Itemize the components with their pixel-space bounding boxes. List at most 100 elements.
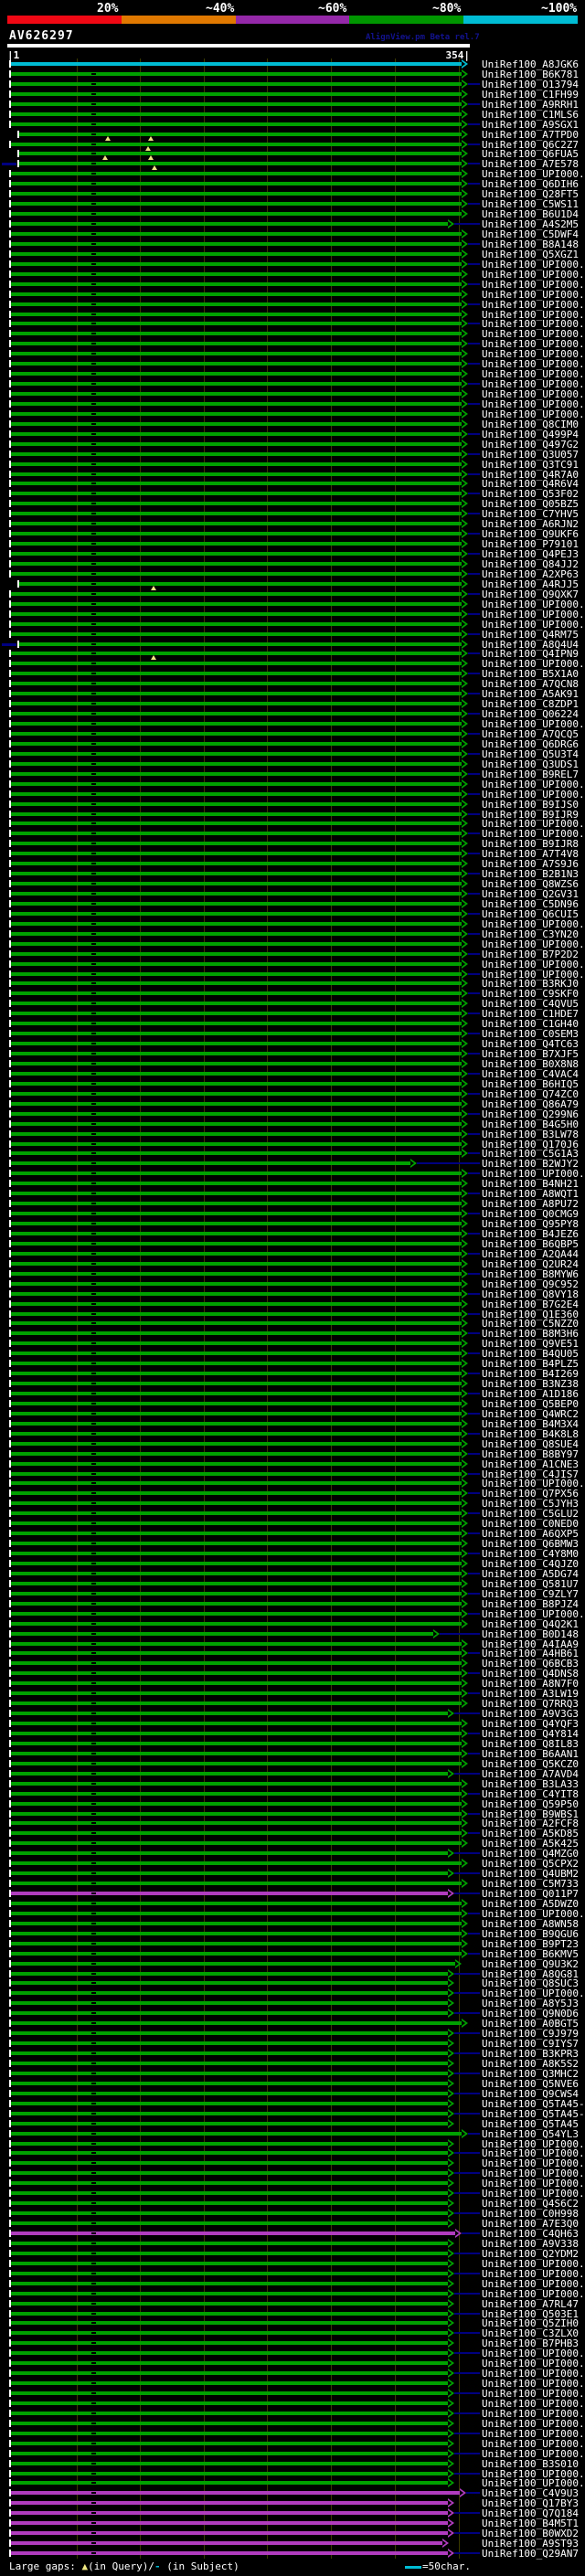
label-leader-line (468, 1453, 480, 1455)
alignment-bar (11, 492, 462, 495)
subject-gap-break (91, 732, 96, 736)
subject-gap-break (91, 1831, 96, 1835)
arrow-inner (462, 1211, 465, 1216)
alignment-bar (11, 1192, 462, 1195)
subject-gap-break (91, 1942, 96, 1945)
label-leader-line (454, 2273, 480, 2274)
subject-gap-break (91, 82, 96, 86)
label-leader-line (468, 1133, 480, 1135)
label-leader-line (468, 853, 480, 854)
arrow-inner (462, 1521, 465, 1526)
alignment-bar (11, 981, 462, 985)
subject-gap-break (91, 2531, 96, 2535)
arrow-inner (462, 181, 465, 186)
alignment-bar (11, 1681, 462, 1685)
label-leader-line (468, 773, 480, 775)
arrow-inner (462, 1241, 465, 1246)
subject-gap-break (91, 242, 96, 246)
arrow-inner (462, 1881, 465, 1886)
label-leader-line (468, 793, 480, 795)
alignment-bar (11, 1462, 462, 1466)
subject-gap-break (91, 1592, 96, 1595)
arrow-inner (462, 1781, 465, 1786)
query-gap-marker-icon (145, 146, 151, 151)
alignment-bar (11, 1572, 462, 1575)
label-leader-line (468, 1093, 480, 1095)
alignment-bar (11, 1851, 448, 1855)
subject-gap-break (91, 892, 96, 896)
alignment-bar (11, 1671, 462, 1675)
label-leader-line (468, 1073, 480, 1075)
alignment-bar (11, 362, 462, 366)
arrow-inner (462, 1231, 465, 1236)
subject-gap-break (91, 1841, 96, 1845)
label-leader-line (468, 973, 480, 975)
arrow-inner (448, 2210, 452, 2216)
alignment-bar (11, 782, 462, 786)
alignment-bar (11, 1472, 462, 1476)
subject-gap-break (91, 482, 96, 485)
alignment-bar (11, 2231, 455, 2235)
subject-gap-break (91, 1382, 96, 1385)
alignment-bar (11, 2211, 448, 2215)
label-leader-line (468, 1352, 480, 1354)
arrow-inner (462, 1921, 465, 1926)
label-leader-line (454, 2032, 480, 2034)
subject-gap-break (91, 1532, 96, 1535)
subject-gap-break (91, 1511, 96, 1515)
alignment-bar (11, 552, 462, 556)
subject-gap-break (91, 1582, 96, 1585)
subject-gap-break (91, 1412, 96, 1415)
alignment-bar (11, 322, 462, 325)
arrow-inner (462, 1031, 465, 1036)
alignment-bar (11, 1962, 455, 1966)
alignment-bar (11, 2151, 448, 2155)
alignment-bar (11, 1161, 410, 1165)
arrow-inner (462, 1201, 465, 1206)
subject-gap-break (91, 952, 96, 956)
query-gap-marker-icon (105, 136, 111, 141)
subject-gap-break (91, 1932, 96, 1935)
alignment-bar (11, 1701, 462, 1705)
alignment-bar (11, 1922, 462, 1925)
arrow-inner (448, 1850, 452, 1856)
subject-gap-break (91, 172, 96, 175)
subject-gap-break (91, 542, 96, 546)
subject-gap-break (91, 702, 96, 705)
label-leader-line (454, 2352, 480, 2354)
arrow-inner (462, 1361, 465, 1366)
label-leader-line (468, 123, 480, 125)
subject-gap-break (91, 282, 96, 286)
arrow-inner (462, 1840, 465, 1846)
subject-gap-break (91, 1602, 96, 1606)
alignment-bar (11, 1661, 462, 1665)
label-leader-line (468, 753, 480, 755)
leading-gap-segment (2, 163, 16, 165)
arrow-inner (448, 2190, 452, 2196)
arrow-inner (462, 1500, 465, 1506)
label-leader-line (468, 553, 480, 555)
arrow-inner (462, 1041, 465, 1046)
subject-gap-break (91, 152, 96, 155)
label-leader-line (454, 2532, 480, 2534)
label-leader-line (468, 1733, 480, 1734)
subject-gap-break (91, 562, 96, 566)
arrow-inner (462, 1691, 465, 1696)
subject-gap-break (91, 2041, 96, 2045)
alignment-bar (11, 972, 462, 976)
alignment-bar (11, 2321, 448, 2325)
label-leader-line (468, 873, 480, 875)
label-leader-line (468, 1172, 480, 1174)
arrow-inner (462, 1271, 465, 1277)
arrow-inner (410, 1161, 414, 1166)
subject-gap-break (91, 372, 96, 376)
arrow-inner (462, 1641, 465, 1647)
alignment-bar (11, 772, 462, 776)
label-leader-line (468, 1832, 480, 1834)
alignment-bar (11, 1321, 462, 1325)
label-leader-line (468, 343, 480, 345)
label-leader-line (468, 1253, 480, 1255)
subject-gap-break (91, 922, 96, 926)
alignment-bar (11, 652, 462, 655)
arrow-inner (462, 1670, 465, 1676)
